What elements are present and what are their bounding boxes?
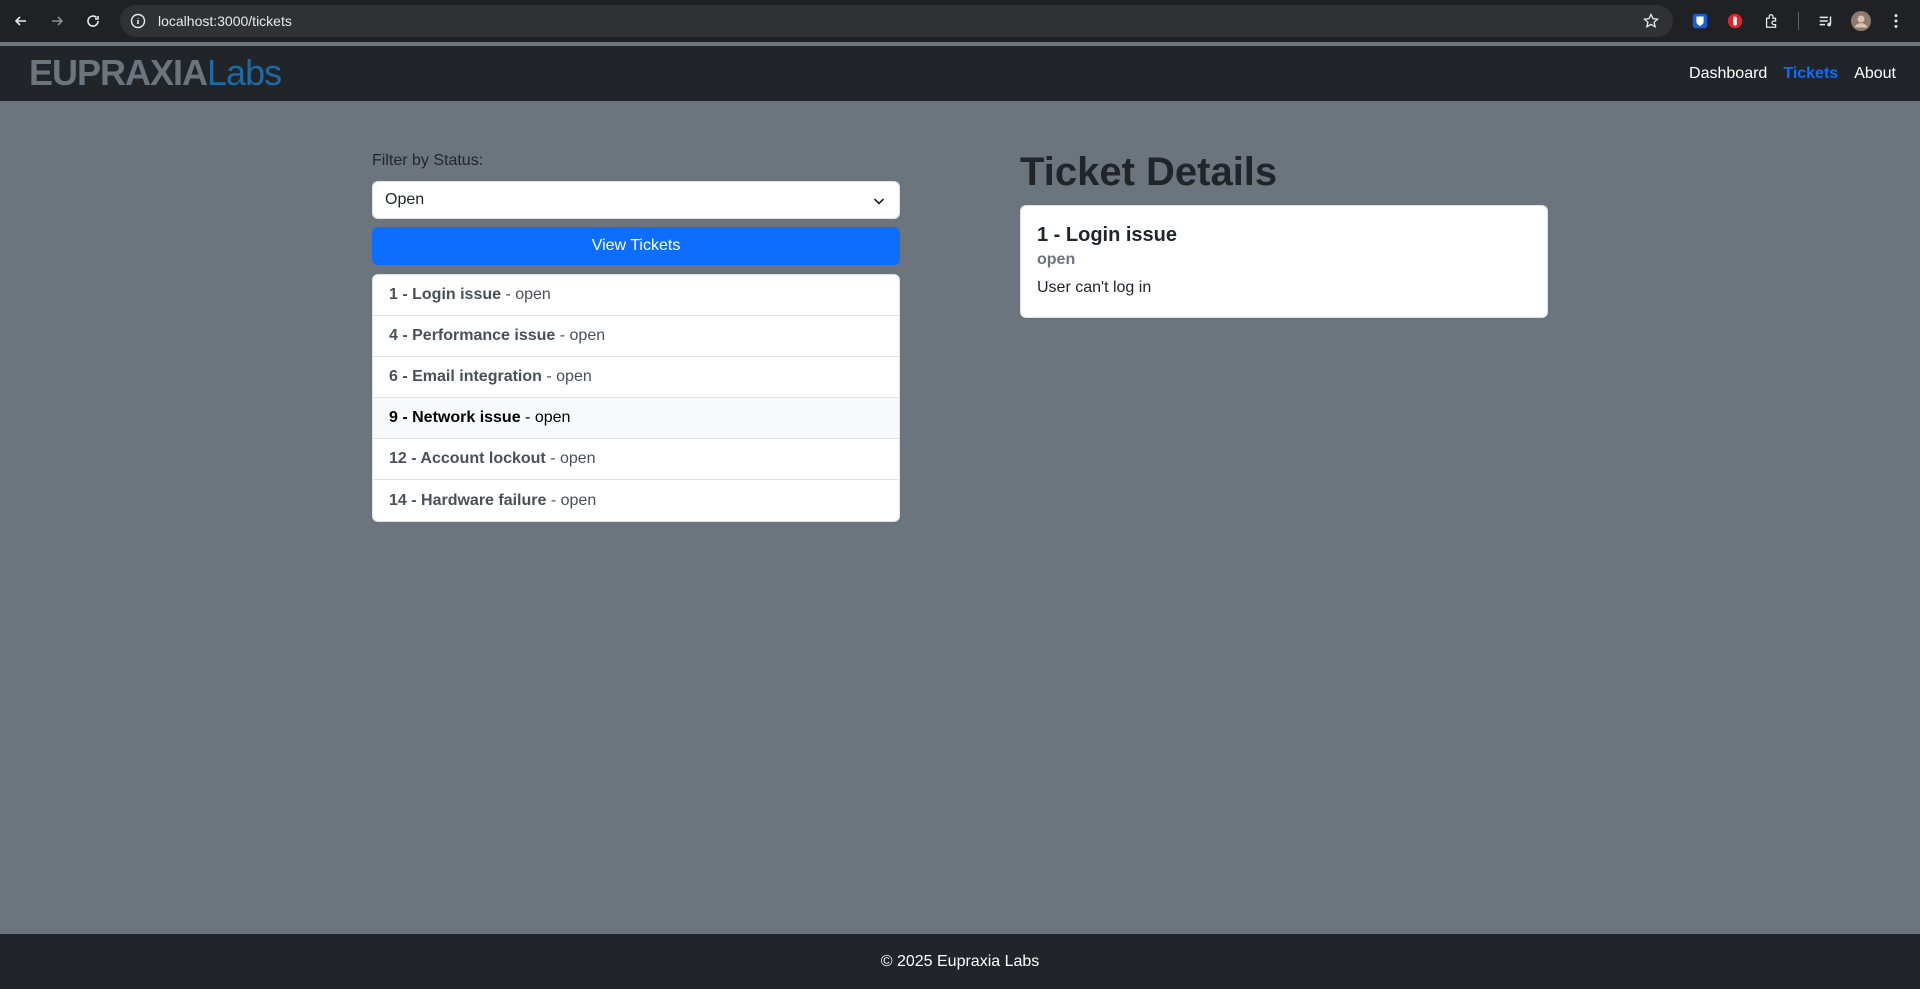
nav-link-about[interactable]: About: [1854, 65, 1896, 83]
profile-avatar-icon[interactable]: [1851, 11, 1871, 31]
bitwarden-extension-icon[interactable]: [1690, 11, 1710, 31]
page-footer: © 2025 Eupraxia Labs: [0, 934, 1920, 989]
ticket-status: - open: [501, 286, 551, 303]
address-bar[interactable]: localhost:3000/tickets: [120, 5, 1673, 37]
toolbar-divider: [1798, 12, 1799, 30]
status-select-value: Open: [385, 191, 425, 208]
app-navbar: EUPRAXIALabs Dashboard Tickets About: [0, 46, 1920, 101]
back-icon[interactable]: [10, 10, 32, 32]
ticket-list-item[interactable]: 9 - Network issue - open: [373, 398, 899, 439]
ticket-status: - open: [555, 327, 606, 344]
footer-copyright: © 2025 Eupraxia Labs: [880, 952, 1040, 970]
ticket-detail-description: User can't log in: [1037, 279, 1152, 296]
ticket-status: - open: [546, 491, 597, 509]
nav-links: Dashboard Tickets About: [1689, 46, 1896, 101]
browser-toolbar: localhost:3000/tickets: [0, 0, 1920, 42]
ticket-list-item[interactable]: 4 - Performance issue - open: [373, 316, 899, 357]
site-info-icon[interactable]: [130, 13, 146, 29]
ticket-list-item[interactable]: 14 - Hardware failure - open: [373, 480, 899, 521]
browser-menu-icon[interactable]: [1886, 11, 1906, 31]
ticket-status: - open: [545, 450, 596, 467]
ticket-list: 1 - Login issue - open 4 - Performance i…: [372, 274, 900, 522]
view-tickets-button[interactable]: View Tickets: [372, 227, 900, 265]
ticket-title: 14 - Hardware failure: [389, 491, 547, 509]
ticket-title: 1 - Login issue: [389, 286, 502, 303]
forward-icon[interactable]: [46, 10, 68, 32]
nav-link-tickets[interactable]: Tickets: [1783, 65, 1838, 83]
ticket-title: 9 - Network issue: [389, 409, 521, 426]
logo-text-eupraxia: EUPRAXIA: [29, 52, 208, 93]
ticket-detail-title: 1 - Login issue: [1037, 224, 1178, 246]
media-control-icon[interactable]: [1816, 11, 1836, 31]
logo-text-labs: Labs: [207, 52, 282, 93]
url-text: localhost:3000/tickets: [158, 13, 292, 29]
bookmark-star-icon[interactable]: [1643, 13, 1659, 29]
chevron-down-icon: [873, 198, 885, 205]
ticket-status: - open: [541, 368, 592, 385]
filter-status-label: Filter by Status:: [372, 152, 484, 169]
ticket-list-item[interactable]: 1 - Login issue - open: [373, 275, 899, 316]
ticket-detail-status: open: [1037, 251, 1076, 268]
brand-logo[interactable]: EUPRAXIALabs: [29, 52, 282, 93]
reload-icon[interactable]: [82, 10, 104, 32]
ticket-title: 4 - Performance issue: [389, 327, 556, 344]
ticket-status: - open: [520, 409, 571, 426]
ticket-list-item[interactable]: 12 - Account lockout - open: [373, 439, 899, 480]
status-select[interactable]: Open: [372, 181, 900, 219]
extensions-puzzle-icon[interactable]: [1762, 11, 1782, 31]
ticket-detail-card: 1 - Login issue open User can't log in: [1020, 205, 1548, 318]
adblock-extension-icon[interactable]: [1725, 11, 1745, 31]
ticket-list-item[interactable]: 6 - Email integration - open: [373, 357, 899, 398]
ticket-details-heading: Ticket Details: [1020, 150, 1278, 194]
nav-link-dashboard[interactable]: Dashboard: [1689, 65, 1767, 83]
ticket-title: 12 - Account lockout: [389, 450, 546, 467]
ticket-title: 6 - Email integration: [389, 368, 542, 385]
